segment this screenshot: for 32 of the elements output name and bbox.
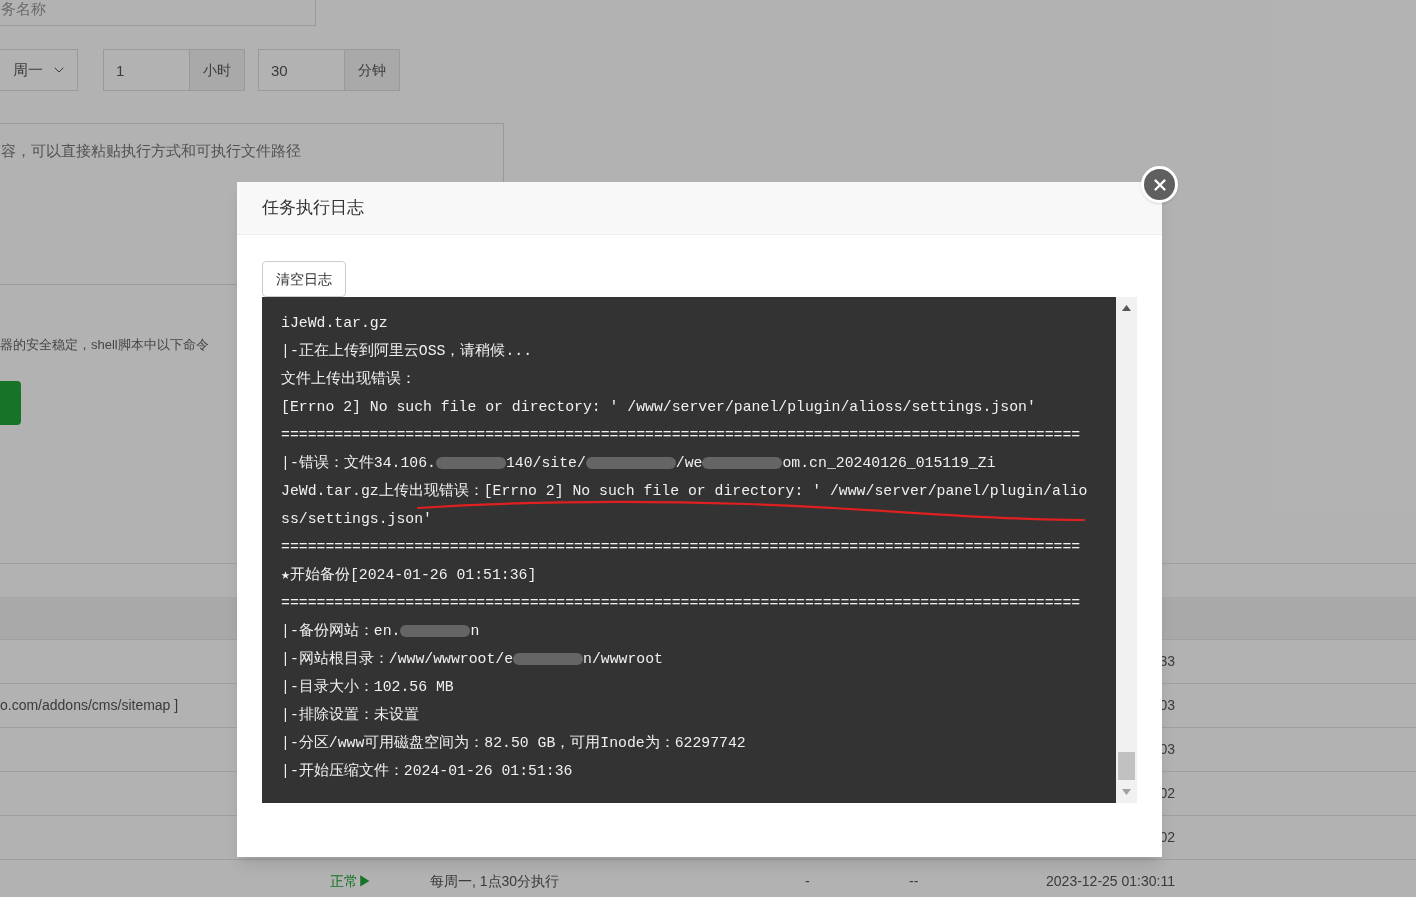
status-text: 正常▶ [330, 872, 373, 891]
table-cell-text: 每周一, 1点30分执行 [430, 872, 561, 891]
log-line: om.cn_20240126_015119_Zi [782, 454, 996, 473]
log-line: /we [675, 454, 703, 473]
time-cell-text: 2023-12-25 01:30:11 [1046, 872, 1175, 891]
log-line: |-开始压缩文件：2024-01-26 01:51:36 [281, 761, 573, 781]
log-line: 140/site/ [505, 454, 586, 473]
log-line: |-备份网站：en. [281, 622, 401, 641]
log-line: |-分区/www可用磁盘空间为：82.50 GB，可用Inode为：62297742 [281, 733, 746, 753]
log-line: n/wwwroot [583, 650, 663, 669]
hour-unit-label: 小时 [190, 49, 245, 91]
table-cell: -- 2023-12-25 01:30:11 [909, 871, 1175, 892]
log-line: JeWd.tar.gz上传出现错误：[Errno 2] No such file or directory: ' /www/server/panel/plugin/alio [281, 481, 1088, 501]
log-line: n [470, 622, 480, 641]
note-text: 器的安全稳定，shell脚本中以下命令 [0, 336, 209, 354]
log-line: ★开始备份[2024-01-26 01:51:36] [281, 566, 537, 585]
log-line: |-正在上传到阿里云OSS，请稍候... [281, 341, 533, 361]
log-line: |-网站根目录：/www/wwwroot/e [281, 649, 514, 669]
dialog-title: 任务执行日志 [262, 197, 364, 220]
log-line: [Errno 2] No such file or directory: ' /www/server/panel/plugin/alioss/settings.json' [281, 398, 1036, 417]
log-line: |-错误：文件34.106. [281, 453, 436, 473]
table-cell-text: - [805, 872, 811, 891]
log-line: iJeWd.tar.gz [281, 314, 388, 333]
log-line: |-排除设置：未设置 [281, 705, 419, 725]
table-cell-text: o.com/addons/cms/sitemap ] [0, 696, 179, 715]
log-line: 文件上传出现错误： [281, 369, 416, 389]
log-line: ss/settings.json' [281, 510, 432, 529]
log-separator: ========================================================================================== [281, 538, 1081, 557]
log-separator: ========================================================================================== [281, 426, 1081, 445]
minute-unit-label: 分钟 [345, 49, 400, 91]
log-separator: ========================================================================================== [281, 594, 1081, 613]
log-line: |-目录大小：102.56 MB [281, 677, 454, 697]
